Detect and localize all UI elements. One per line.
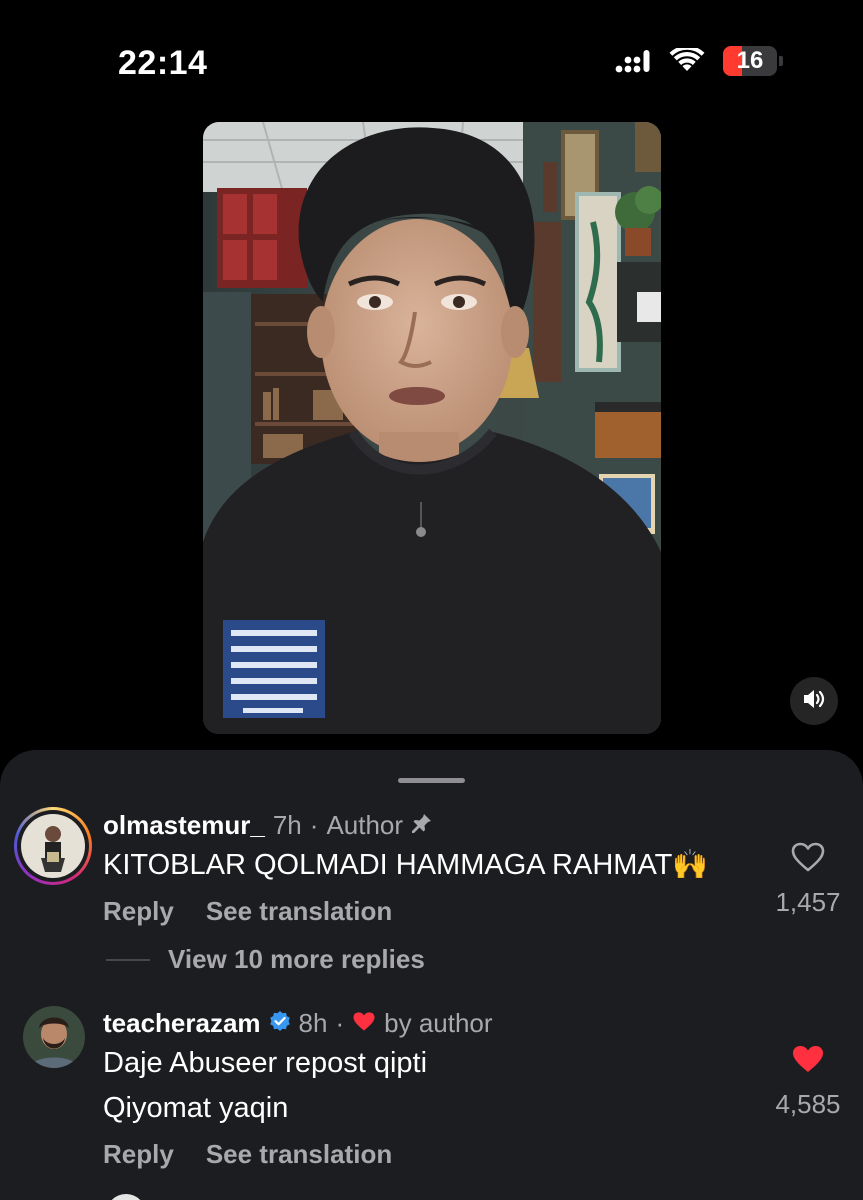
liked-by-author-heart-icon (352, 1008, 376, 1039)
battery-body: 16 (723, 46, 777, 76)
see-translation-button[interactable]: See translation (206, 896, 392, 927)
comment-time: 7h (272, 810, 302, 840)
wifi-icon (669, 48, 705, 74)
status-bar: 22:14 16 (0, 0, 863, 120)
avatar[interactable] (23, 1006, 85, 1068)
comment-header: teacherazam 8h · by author (103, 1008, 493, 1039)
speaker-icon (802, 688, 826, 715)
comment-text: KITOBLAR QOLMADI HAMMAGA RAHMAT🙌 (103, 849, 709, 881)
like-column: 4,585 (763, 1044, 853, 1120)
like-count: 1,457 (775, 887, 841, 917)
cellular-signal-icon (615, 49, 651, 73)
see-translation-button[interactable]: See translation (206, 1139, 392, 1170)
comment-header: olmastemur_ 7h · Author (103, 810, 433, 841)
avatar (21, 814, 85, 878)
replies-divider (106, 958, 150, 961)
comments-sheet: olmastemur_ 7h · Author KITOBLAR QOLMADI… (0, 750, 863, 1200)
pin-icon (411, 810, 433, 841)
heart-filled-icon[interactable] (791, 1046, 825, 1078)
view-more-replies[interactable]: View 10 more replies (106, 944, 425, 975)
sound-toggle-button[interactable] (790, 677, 838, 725)
status-time: 22:14 (118, 44, 208, 82)
video-player[interactable] (203, 122, 661, 734)
like-count: 4,585 (775, 1089, 841, 1119)
sheet-drag-handle[interactable] (398, 778, 465, 783)
battery-icon: 16 (723, 46, 783, 76)
verified-badge-icon (269, 1008, 291, 1039)
story-ring-avatar[interactable] (14, 807, 92, 885)
screen: 22:14 16 olmastemur_ 7h · Author KITOBLA… (0, 0, 863, 1200)
comment-actions: Reply See translation (103, 896, 392, 927)
reply-button[interactable]: Reply (103, 896, 174, 927)
comment-text-line-2: Qiyomat yaqin (103, 1092, 289, 1124)
comment-actions: Reply See translation (103, 1139, 392, 1170)
video-frame (203, 122, 661, 734)
reply-button[interactable]: Reply (103, 1139, 174, 1170)
comment-time: 8h (298, 1008, 328, 1038)
next-comment-avatar[interactable] (106, 1194, 146, 1200)
author-badge: Author (326, 810, 404, 840)
liked-by-author-label: by author (384, 1008, 493, 1038)
view-replies-label: View 10 more replies (168, 944, 425, 974)
comment-username[interactable]: olmastemur_ (103, 810, 265, 841)
comment-username[interactable]: teacherazam (103, 1008, 261, 1039)
meta-separator: · (335, 1008, 345, 1038)
comment-text: Daje Abuseer repost qipti (103, 1047, 428, 1079)
status-icons: 16 (615, 46, 783, 76)
battery-cap (779, 56, 783, 66)
battery-percent: 16 (736, 47, 764, 74)
meta-separator: · (309, 810, 319, 840)
like-column: 1,457 (763, 842, 853, 918)
heart-outline-icon[interactable] (791, 842, 825, 876)
